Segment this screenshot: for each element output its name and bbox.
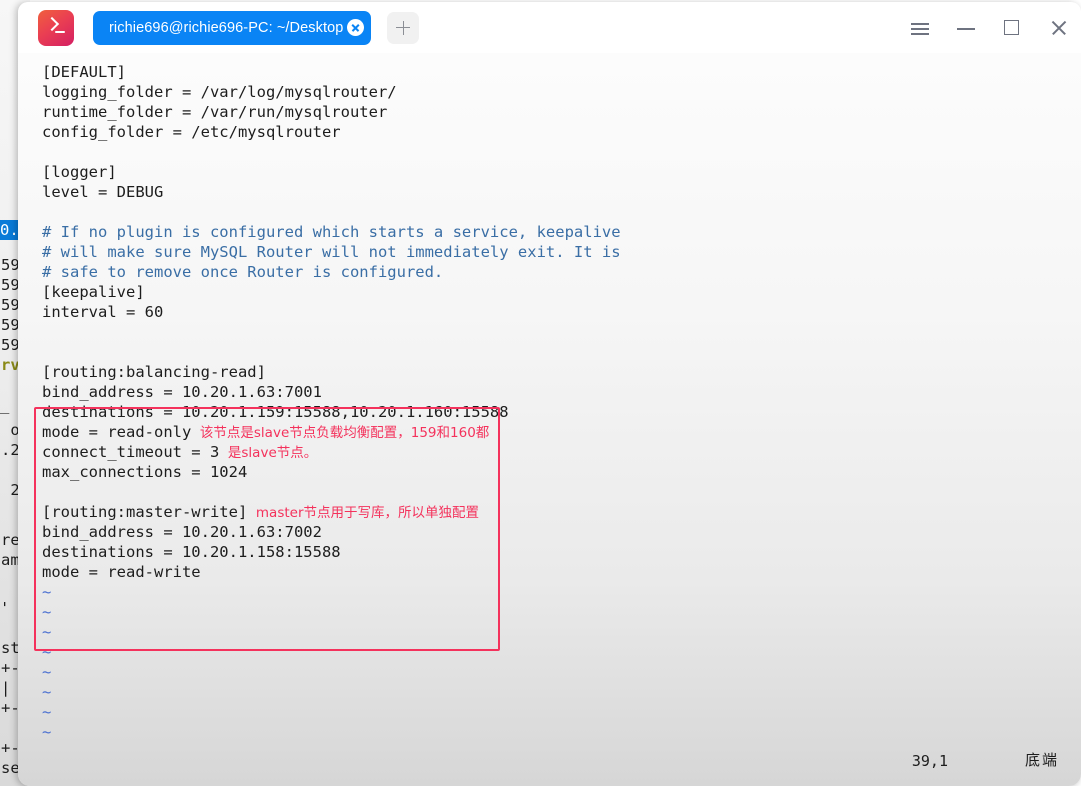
terminal-line-text: ~ [42, 643, 52, 661]
terminal-line: bind_address = 10.20.1.63:7002 [42, 522, 621, 542]
terminal-line-text: ~ [42, 683, 52, 701]
tab-close-icon[interactable] [347, 19, 365, 36]
terminal-line: destinations = 10.20.1.159:15588,10.20.1… [42, 402, 621, 422]
terminal-line: bind_address = 10.20.1.63:7001 [42, 382, 621, 402]
terminal-line-text: bind_address = 10.20.1.63:7002 [42, 523, 322, 541]
terminal-line-text: ~ [42, 663, 52, 681]
annotation-text: 该节点是slave节点负载均衡配置，159和160都 [191, 425, 490, 441]
terminal-line: # If no plugin is configured which start… [42, 222, 621, 242]
hamburger-menu-icon[interactable] [897, 2, 943, 53]
terminal-line: connect_timeout = 3 是slave节点。 [42, 442, 621, 462]
terminal-line-text: mode = read-only [42, 423, 192, 441]
close-window-button[interactable] [1035, 2, 1081, 53]
terminal-line: mode = read-only 该节点是slave节点负载均衡配置，159和1… [42, 422, 621, 442]
terminal-line-text: [routing:master-write] [42, 503, 248, 521]
annotation-text: master节点用于写库，所以单独配置 [247, 505, 480, 521]
terminal-line-text: max_connections = 1024 [42, 463, 248, 481]
tab-active[interactable]: richie696@richie696-PC: ~/Desktop [93, 10, 372, 45]
terminal-line: [keepalive] [42, 282, 621, 302]
terminal-line-text: config_folder = /etc/mysqlrouter [42, 123, 341, 141]
terminal-line: max_connections = 1024 [42, 462, 621, 482]
terminal-line-text: [DEFAULT] [42, 63, 126, 81]
terminal-line: ~ [42, 722, 621, 742]
terminal-line-text: logging_folder = /var/log/mysqlrouter/ [42, 83, 397, 101]
terminal-line: interval = 60 [42, 302, 621, 322]
terminal-line: ~ [42, 582, 621, 602]
terminal-line-text: interval = 60 [42, 303, 164, 321]
cursor-position-indicator: 39,1 [911, 752, 948, 770]
terminal-line-text: [keepalive] [42, 283, 145, 301]
terminal-line-text: ~ [42, 703, 52, 721]
terminal-line: ~ [42, 702, 621, 722]
underscore-icon [55, 30, 65, 34]
terminal-prompt-icon [38, 9, 74, 46]
terminal-line: ~ [42, 662, 621, 682]
terminal-line: [logger] [42, 162, 621, 182]
terminal-line: [DEFAULT] [42, 62, 621, 82]
terminal-line-text: mode = read-write [42, 563, 201, 581]
terminal-line-text: connect_timeout = 3 [42, 443, 220, 461]
window-controls [897, 2, 1081, 53]
title-bar: richie696@richie696-PC: ~/Desktop [18, 2, 1081, 53]
terminal-line: runtime_folder = /var/run/mysqlrouter [42, 102, 621, 122]
terminal-line-text: level = DEBUG [42, 183, 164, 201]
terminal-line-text: [logger] [42, 163, 117, 181]
terminal-line: [routing:master-write] master节点用于写库，所以单独… [42, 502, 621, 522]
terminal-line: ~ [42, 682, 621, 702]
maximize-button[interactable] [989, 2, 1035, 53]
new-tab-button[interactable] [387, 11, 420, 44]
terminal-line: ~ [42, 622, 621, 642]
annotation-text: 是slave节点。 [219, 445, 318, 461]
terminal-line-text: bind_address = 10.20.1.63:7001 [42, 383, 322, 401]
terminal-line: mode = read-write [42, 562, 621, 582]
terminal-line-text: ~ [42, 623, 52, 641]
terminal-text-content: [DEFAULT] logging_folder = /var/log/mysql… [42, 62, 621, 742]
tab-title: richie696@richie696-PC: ~/Desktop [109, 19, 344, 36]
screen-root: 0.20596596596596596rve_ mon.2320redame' … [0, 0, 1081, 786]
terminal-window: richie696@richie696-PC: ~/Desktop [DEFAU… [18, 2, 1081, 786]
terminal-line: level = DEBUG [42, 182, 621, 202]
terminal-line: ~ [42, 602, 621, 622]
terminal-line-text: runtime_folder = /var/run/mysqlrouter [42, 103, 388, 121]
minimize-button[interactable] [943, 2, 989, 53]
terminal-line-text: ~ [42, 723, 52, 741]
terminal-line-text: ~ [42, 603, 52, 621]
terminal-line: # safe to remove once Router is configur… [42, 262, 621, 282]
terminal-line-text: # If no plugin is configured which start… [42, 223, 621, 241]
terminal-line-text: ~ [42, 583, 52, 601]
terminal-line: [routing:balancing-read] [42, 362, 621, 382]
terminal-line: config_folder = /etc/mysqlrouter [42, 122, 621, 142]
terminal-line: ~ [42, 642, 621, 662]
terminal-line-text: destinations = 10.20.1.159:15588,10.20.1… [42, 403, 509, 421]
terminal-line-text: [routing:balancing-read] [42, 363, 266, 381]
chevron-right-icon [44, 16, 60, 31]
terminal-body[interactable]: [DEFAULT] logging_folder = /var/log/mysql… [18, 53, 1081, 786]
terminal-line: destinations = 10.20.1.158:15588 [42, 542, 621, 562]
terminal-line-text: # safe to remove once Router is configur… [42, 263, 444, 281]
file-position-indicator: 底端 [1024, 751, 1059, 769]
terminal-line: # will make sure MySQL Router will not i… [42, 242, 621, 262]
terminal-line: logging_folder = /var/log/mysqlrouter/ [42, 82, 621, 102]
terminal-line-text: # will make sure MySQL Router will not i… [42, 243, 621, 261]
terminal-line-text: destinations = 10.20.1.158:15588 [42, 543, 341, 561]
